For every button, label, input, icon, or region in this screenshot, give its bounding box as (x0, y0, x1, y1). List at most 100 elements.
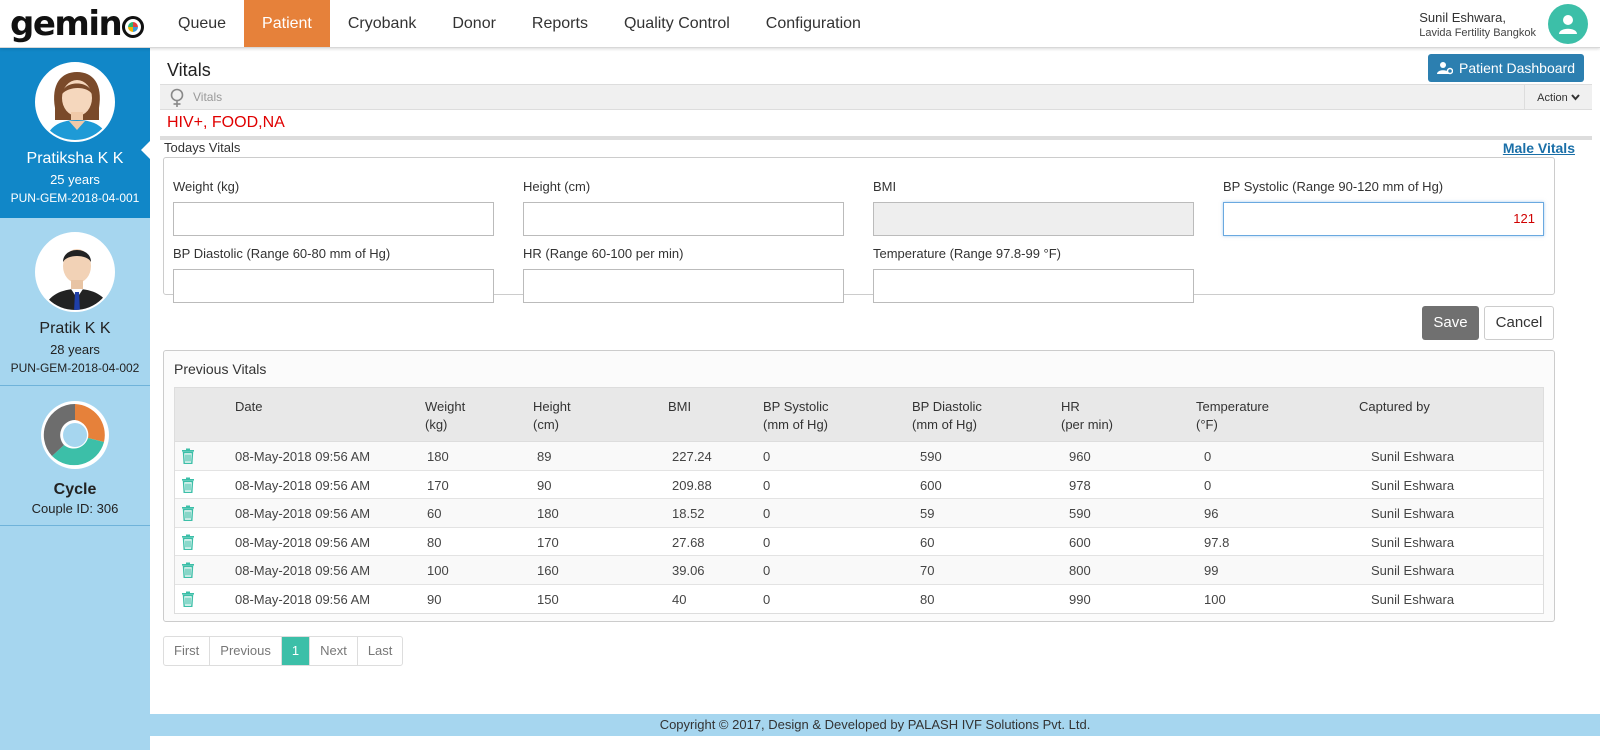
height-label: Height (cm) (523, 179, 591, 194)
cell-bp-systolic: 0 (763, 563, 771, 578)
cell-bp-systolic: 0 (763, 449, 771, 464)
user-icon (1559, 15, 1577, 34)
col-date: Date (235, 399, 263, 414)
col-bp-diastolic: BP Diastolic (mm of Hg) (912, 399, 982, 432)
page-title: Vitals (167, 60, 211, 80)
cell-bp-systolic: 0 (763, 591, 771, 607)
breadcrumb: Vitals Action (160, 84, 1592, 110)
cell-hr: 590 (1069, 506, 1091, 521)
cycle-title: Cycle (53, 481, 97, 498)
cell-bmi: 39.06 (672, 563, 705, 578)
cell-captured-by: Sunil Eshwara (1371, 534, 1455, 550)
table-header: Date Weight (kg) Height (cm) BMI BP Syst… (175, 388, 1543, 442)
page-last[interactable]: Last (358, 637, 403, 665)
cell-temperature: 99 (1204, 563, 1219, 578)
bp-systolic-input[interactable]: 121 (1223, 202, 1544, 236)
cell-height: 89 (537, 449, 552, 464)
trash-icon[interactable] (181, 477, 195, 493)
cell-hr: 960 (1069, 449, 1091, 464)
table-row: 08-May-2018 09:56 AM 100 160 39.06 0 70 800 99 S… (175, 556, 1543, 585)
patient-dashboard-button[interactable]: Patient Dashboard (1428, 54, 1584, 82)
breadcrumb-vitals[interactable]: Vitals (193, 90, 222, 104)
cell-date: 08-May-2018 09:56 AM (235, 563, 371, 578)
nav-cryobank[interactable]: Cryobank (330, 0, 434, 47)
cell-captured-by: Sunil Eshwara (1371, 591, 1455, 607)
cell-date: 08-May-2018 09:56 AM (235, 449, 371, 464)
bp-diastolic-input[interactable] (173, 269, 494, 303)
col-height: Height (cm) (533, 399, 571, 432)
gemino-logo[interactable]: gemin (10, 4, 145, 44)
action-dropdown[interactable]: Action (1524, 85, 1592, 109)
male-patient-id: PUN-GEM-2018-04-002 (10, 361, 140, 375)
cell-bp-diastolic: 590 (920, 449, 942, 464)
female-symbol-icon (170, 88, 184, 107)
cell-height: 170 (537, 534, 559, 550)
cycle-card[interactable]: Cycle Couple ID: 306 (0, 386, 150, 526)
cell-bmi: 209.88 (672, 477, 712, 493)
cell-hr: 990 (1069, 591, 1091, 607)
cell-captured-by: Sunil Eshwara (1371, 563, 1455, 578)
cell-captured-by: Sunil Eshwara (1371, 449, 1455, 464)
hr-label: HR (Range 60-100 per min) (523, 246, 684, 261)
nav-patient[interactable]: Patient (244, 0, 330, 47)
page-previous[interactable]: Previous (210, 637, 282, 665)
female-patient-card[interactable]: Pratiksha K K 25 years PUN-GEM-2018-04-0… (0, 48, 151, 218)
page-current[interactable]: 1 (281, 637, 311, 665)
footer: Copyright © 2017, Design & Developed by … (150, 714, 1600, 736)
col-bp-systolic: BP Systolic (mm of Hg) (763, 399, 829, 432)
male-vitals-link[interactable]: Male Vitals (1503, 140, 1575, 156)
cell-bp-diastolic: 60 (920, 534, 935, 550)
trash-icon[interactable] (181, 591, 195, 607)
nav-quality-control[interactable]: Quality Control (606, 0, 748, 47)
divider (160, 136, 1592, 140)
cell-captured-by: Sunil Eshwara (1371, 477, 1455, 493)
trash-icon[interactable] (181, 534, 195, 550)
cell-bp-systolic: 0 (763, 506, 771, 521)
cell-height: 150 (537, 591, 559, 607)
trash-icon[interactable] (181, 562, 195, 578)
cell-temperature: 100 (1204, 591, 1226, 607)
user-name: Sunil Eshwara, (1419, 10, 1506, 25)
cell-bp-diastolic: 600 (920, 477, 942, 493)
weight-label: Weight (kg) (173, 179, 240, 194)
cell-temperature: 0 (1204, 449, 1212, 464)
hr-input[interactable] (523, 269, 844, 303)
save-button[interactable]: Save (1422, 306, 1479, 340)
trash-icon[interactable] (181, 505, 195, 521)
col-bmi: BMI (668, 399, 692, 414)
female-patient-age: 25 years (50, 172, 100, 187)
nav-donor[interactable]: Donor (434, 0, 514, 47)
male-patient-name: Pratik K K (39, 320, 111, 337)
male-patient-card[interactable]: Pratik K K 28 years PUN-GEM-2018-04-002 (0, 218, 150, 386)
cell-height: 180 (537, 506, 559, 521)
temperature-input[interactable] (873, 269, 1194, 303)
cell-bmi: 227.24 (672, 449, 712, 464)
nav-queue[interactable]: Queue (160, 0, 244, 47)
table-row: 08-May-2018 09:56 AM 180 89 227.24 0 590 960 0 S… (175, 442, 1543, 471)
cancel-button[interactable]: Cancel (1484, 306, 1554, 340)
user-info[interactable]: Sunil Eshwara, Lavida Fertility Bangkok (1419, 10, 1536, 39)
nav-reports[interactable]: Reports (514, 0, 606, 47)
page-first[interactable]: First (164, 637, 211, 665)
cell-bp-systolic: 0 (763, 477, 771, 493)
cell-height: 160 (537, 563, 559, 578)
cell-bp-diastolic: 70 (920, 563, 935, 578)
height-input[interactable] (523, 202, 844, 236)
cell-bmi: 40 (672, 591, 687, 607)
previous-vitals-table: Date Weight (kg) Height (cm) BMI BP Syst… (174, 387, 1544, 614)
nav-configuration[interactable]: Configuration (748, 0, 879, 47)
col-captured-by: Captured by (1359, 399, 1430, 414)
logo-o-icon (122, 16, 145, 38)
table-row: 08-May-2018 09:56 AM 80 170 27.68 0 60 600 97.8… (175, 528, 1543, 556)
table-row: 08-May-2018 09:56 AM 60 180 18.52 0 59 590 96 Su… (175, 499, 1543, 528)
bp-diastolic-label: BP Diastolic (Range 60-80 mm of Hg) (173, 246, 391, 261)
cell-bp-diastolic: 80 (920, 591, 935, 607)
weight-input[interactable] (173, 202, 494, 236)
table-row: 08-May-2018 09:56 AM 90 150 40 0 80 990 100 Suni… (175, 585, 1543, 614)
bp-systolic-label: BP Systolic (Range 90-120 mm of Hg) (1223, 179, 1444, 194)
page-next[interactable]: Next (310, 637, 358, 665)
bp-diastolic-field-group: BP Diastolic (Range 60-80 mm of Hg) (173, 246, 494, 303)
trash-icon[interactable] (181, 448, 195, 464)
chevron-down-icon (1571, 94, 1580, 101)
user-avatar[interactable] (1548, 4, 1588, 44)
